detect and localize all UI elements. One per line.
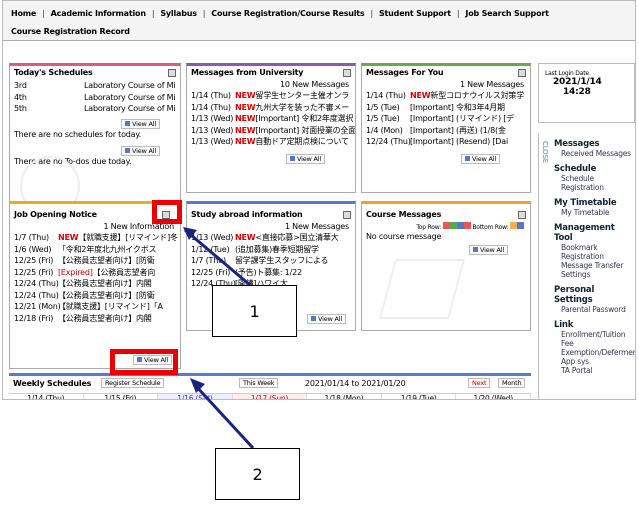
annotation-arrow-1 <box>184 228 251 287</box>
annotation-label-2: 2 <box>215 448 300 500</box>
annotation-arrow-2 <box>193 383 255 450</box>
arrowhead-icon <box>190 378 205 393</box>
annotation-arrows <box>183 227 255 450</box>
annotation-label-1: 1 <box>212 285 297 337</box>
